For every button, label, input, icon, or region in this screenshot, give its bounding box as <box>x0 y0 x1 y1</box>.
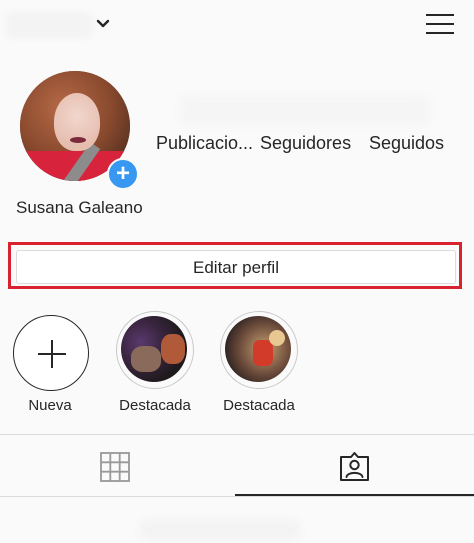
highlight-label-new: Nueva <box>28 397 72 414</box>
highlight-label-2: Destacada <box>223 397 295 414</box>
edit-profile-button[interactable]: Editar perfil <box>16 250 456 284</box>
followers-label[interactable]: Seguidores <box>260 133 351 154</box>
highlight-label-1: Destacada <box>119 397 191 414</box>
hamburger-menu-icon[interactable] <box>426 10 456 40</box>
divider <box>0 434 474 435</box>
highlight-item-1[interactable] <box>116 311 194 389</box>
chevron-down-icon[interactable] <box>96 17 110 31</box>
following-label[interactable]: Seguidos <box>369 133 444 154</box>
new-highlight-button[interactable] <box>13 315 89 391</box>
add-story-plus-icon[interactable]: + <box>107 158 139 190</box>
username-area[interactable] <box>6 12 92 38</box>
stats-counts <box>180 96 430 126</box>
divider <box>0 496 474 497</box>
highlight-item-2[interactable] <box>220 311 298 389</box>
content-placeholder <box>140 520 300 540</box>
posts-label[interactable]: Publicacio... <box>156 133 253 154</box>
person-tag-icon[interactable] <box>339 451 370 482</box>
profile-name: Susana Galeano <box>16 198 143 217</box>
grid-icon[interactable] <box>100 452 130 482</box>
